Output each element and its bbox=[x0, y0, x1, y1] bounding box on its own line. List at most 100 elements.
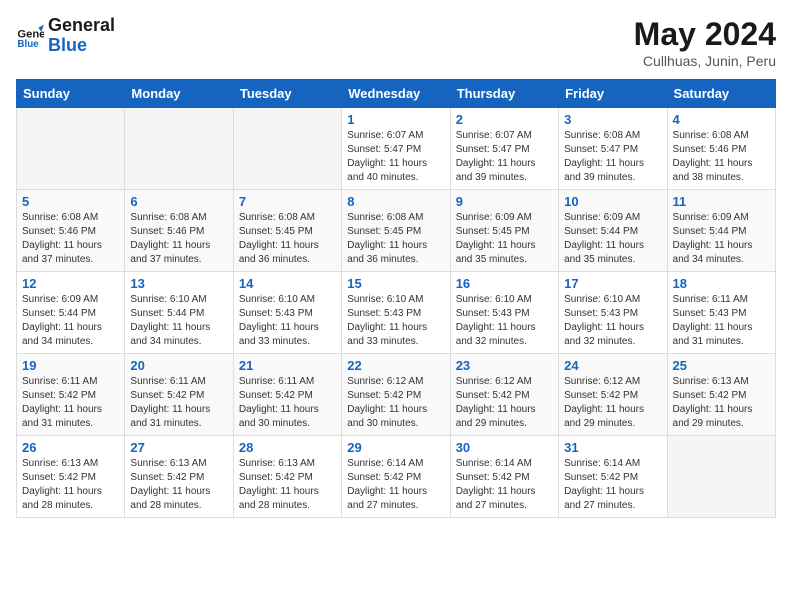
calendar-cell bbox=[17, 108, 125, 190]
day-info: Sunrise: 6:11 AMSunset: 5:42 PMDaylight:… bbox=[239, 375, 336, 431]
calendar-week-row: 5Sunrise: 6:08 AMSunset: 5:46 PMDaylight… bbox=[17, 190, 776, 272]
day-number: 25 bbox=[673, 358, 770, 373]
day-info: Sunrise: 6:13 AMSunset: 5:42 PMDaylight:… bbox=[22, 457, 119, 513]
title-area: May 2024 Cullhuas, Junin, Peru bbox=[634, 16, 776, 69]
day-info: Sunrise: 6:11 AMSunset: 5:43 PMDaylight:… bbox=[673, 293, 770, 349]
day-info: Sunrise: 6:10 AMSunset: 5:43 PMDaylight:… bbox=[564, 293, 661, 349]
calendar-cell bbox=[125, 108, 233, 190]
day-info: Sunrise: 6:08 AMSunset: 5:46 PMDaylight:… bbox=[22, 211, 119, 267]
day-number: 4 bbox=[673, 112, 770, 127]
day-number: 1 bbox=[347, 112, 444, 127]
month-year: May 2024 bbox=[634, 16, 776, 53]
day-number: 26 bbox=[22, 440, 119, 455]
calendar-cell: 7 Sunrise: 6:08 AMSunset: 5:45 PMDaylight… bbox=[233, 190, 341, 272]
calendar-cell: 5Sunrise: 6:08 AMSunset: 5:46 PMDaylight… bbox=[17, 190, 125, 272]
calendar-cell: 20Sunrise: 6:11 AMSunset: 5:42 PMDayligh… bbox=[125, 354, 233, 436]
day-number: 13 bbox=[130, 276, 227, 291]
day-number: 7 bbox=[239, 194, 336, 209]
calendar-table: SundayMondayTuesdayWednesdayThursdayFrid… bbox=[16, 79, 776, 518]
day-info: Sunrise: 6:09 AMSunset: 5:44 PMDaylight:… bbox=[22, 293, 119, 349]
day-number: 2 bbox=[456, 112, 553, 127]
logo-line2: Blue bbox=[48, 36, 115, 56]
weekday-header-friday: Friday bbox=[559, 80, 667, 108]
day-number: 18 bbox=[673, 276, 770, 291]
calendar-cell: 1 Sunrise: 6:07 AMSunset: 5:47 PMDaylight… bbox=[342, 108, 450, 190]
calendar-cell: 26 Sunrise: 6:13 AMSunset: 5:42 PMDayligh… bbox=[17, 436, 125, 518]
day-info: Sunrise: 6:10 AMSunset: 5:43 PMDaylight:… bbox=[239, 293, 336, 349]
calendar-week-row: 12 Sunrise: 6:09 AMSunset: 5:44 PMDayligh… bbox=[17, 272, 776, 354]
day-number: 28 bbox=[239, 440, 336, 455]
calendar-cell: 16 Sunrise: 6:10 AMSunset: 5:43 PMDayligh… bbox=[450, 272, 558, 354]
calendar-cell: 24 Sunrise: 6:12 AMSunset: 5:42 PMDayligh… bbox=[559, 354, 667, 436]
calendar-cell: 25 Sunrise: 6:13 AMSunset: 5:42 PMDayligh… bbox=[667, 354, 775, 436]
day-info: Sunrise: 6:08 AMSunset: 5:45 PMDaylight:… bbox=[239, 211, 336, 267]
day-number: 10 bbox=[564, 194, 661, 209]
day-number: 12 bbox=[22, 276, 119, 291]
calendar-cell: 2 Sunrise: 6:07 AMSunset: 5:47 PMDaylight… bbox=[450, 108, 558, 190]
day-info: Sunrise: 6:09 AMSunset: 5:44 PMDaylight:… bbox=[673, 211, 770, 267]
calendar-cell: 8Sunrise: 6:08 AMSunset: 5:45 PMDaylight… bbox=[342, 190, 450, 272]
calendar-cell: 18 Sunrise: 6:11 AMSunset: 5:43 PMDayligh… bbox=[667, 272, 775, 354]
day-info: Sunrise: 6:07 AMSunset: 5:47 PMDaylight:… bbox=[347, 129, 444, 185]
day-number: 30 bbox=[456, 440, 553, 455]
calendar-cell: 21 Sunrise: 6:11 AMSunset: 5:42 PMDayligh… bbox=[233, 354, 341, 436]
day-number: 22 bbox=[347, 358, 444, 373]
day-number: 14 bbox=[239, 276, 336, 291]
calendar-cell bbox=[667, 436, 775, 518]
day-info: Sunrise: 6:10 AMSunset: 5:43 PMDaylight:… bbox=[347, 293, 444, 349]
day-info: Sunrise: 6:08 AMSunset: 5:46 PMDaylight:… bbox=[130, 211, 227, 267]
logo: General Blue General Blue bbox=[16, 16, 115, 56]
day-number: 8 bbox=[347, 194, 444, 209]
calendar-cell: 28 Sunrise: 6:13 AMSunset: 5:42 PMDayligh… bbox=[233, 436, 341, 518]
day-info: Sunrise: 6:11 AMSunset: 5:42 PMDaylight:… bbox=[130, 375, 227, 431]
day-number: 3 bbox=[564, 112, 661, 127]
day-info: Sunrise: 6:10 AMSunset: 5:43 PMDaylight:… bbox=[456, 293, 553, 349]
logo-icon: General Blue bbox=[16, 22, 44, 50]
calendar-week-row: 1 Sunrise: 6:07 AMSunset: 5:47 PMDaylight… bbox=[17, 108, 776, 190]
day-info: Sunrise: 6:11 AMSunset: 5:42 PMDaylight:… bbox=[22, 375, 119, 431]
logo-text: General Blue bbox=[48, 16, 115, 56]
calendar-week-row: 26 Sunrise: 6:13 AMSunset: 5:42 PMDayligh… bbox=[17, 436, 776, 518]
calendar-cell: 17Sunrise: 6:10 AMSunset: 5:43 PMDayligh… bbox=[559, 272, 667, 354]
weekday-header-thursday: Thursday bbox=[450, 80, 558, 108]
day-number: 24 bbox=[564, 358, 661, 373]
weekday-header-tuesday: Tuesday bbox=[233, 80, 341, 108]
calendar-cell: 12 Sunrise: 6:09 AMSunset: 5:44 PMDayligh… bbox=[17, 272, 125, 354]
day-info: Sunrise: 6:09 AMSunset: 5:44 PMDaylight:… bbox=[564, 211, 661, 267]
day-info: Sunrise: 6:07 AMSunset: 5:47 PMDaylight:… bbox=[456, 129, 553, 185]
calendar-cell: 11 Sunrise: 6:09 AMSunset: 5:44 PMDayligh… bbox=[667, 190, 775, 272]
calendar-cell: 30 Sunrise: 6:14 AMSunset: 5:42 PMDayligh… bbox=[450, 436, 558, 518]
header: General Blue General Blue May 2024 Cullh… bbox=[16, 16, 776, 69]
calendar-week-row: 19Sunrise: 6:11 AMSunset: 5:42 PMDayligh… bbox=[17, 354, 776, 436]
day-info: Sunrise: 6:12 AMSunset: 5:42 PMDaylight:… bbox=[564, 375, 661, 431]
calendar-cell: 29 Sunrise: 6:14 AMSunset: 5:42 PMDayligh… bbox=[342, 436, 450, 518]
calendar-cell bbox=[233, 108, 341, 190]
day-number: 21 bbox=[239, 358, 336, 373]
day-number: 29 bbox=[347, 440, 444, 455]
calendar-cell: 27Sunrise: 6:13 AMSunset: 5:42 PMDayligh… bbox=[125, 436, 233, 518]
day-number: 16 bbox=[456, 276, 553, 291]
calendar-cell: 31Sunrise: 6:14 AMSunset: 5:42 PMDayligh… bbox=[559, 436, 667, 518]
day-number: 15 bbox=[347, 276, 444, 291]
day-number: 11 bbox=[673, 194, 770, 209]
logo-line1: General bbox=[48, 16, 115, 36]
day-info: Sunrise: 6:10 AMSunset: 5:44 PMDaylight:… bbox=[130, 293, 227, 349]
calendar-cell: 10 Sunrise: 6:09 AMSunset: 5:44 PMDayligh… bbox=[559, 190, 667, 272]
day-info: Sunrise: 6:08 AMSunset: 5:47 PMDaylight:… bbox=[564, 129, 661, 185]
day-info: Sunrise: 6:14 AMSunset: 5:42 PMDaylight:… bbox=[456, 457, 553, 513]
day-info: Sunrise: 6:14 AMSunset: 5:42 PMDaylight:… bbox=[347, 457, 444, 513]
calendar-cell: 15 Sunrise: 6:10 AMSunset: 5:43 PMDayligh… bbox=[342, 272, 450, 354]
calendar-cell: 23Sunrise: 6:12 AMSunset: 5:42 PMDayligh… bbox=[450, 354, 558, 436]
calendar-cell: 9Sunrise: 6:09 AMSunset: 5:45 PMDaylight… bbox=[450, 190, 558, 272]
svg-text:Blue: Blue bbox=[17, 39, 39, 50]
calendar-cell: 22Sunrise: 6:12 AMSunset: 5:42 PMDayligh… bbox=[342, 354, 450, 436]
location: Cullhuas, Junin, Peru bbox=[634, 53, 776, 69]
day-info: Sunrise: 6:13 AMSunset: 5:42 PMDaylight:… bbox=[673, 375, 770, 431]
day-info: Sunrise: 6:12 AMSunset: 5:42 PMDaylight:… bbox=[456, 375, 553, 431]
day-number: 27 bbox=[130, 440, 227, 455]
weekday-header-sunday: Sunday bbox=[17, 80, 125, 108]
day-number: 31 bbox=[564, 440, 661, 455]
calendar-cell: 13 Sunrise: 6:10 AMSunset: 5:44 PMDayligh… bbox=[125, 272, 233, 354]
day-info: Sunrise: 6:13 AMSunset: 5:42 PMDaylight:… bbox=[239, 457, 336, 513]
weekday-header-row: SundayMondayTuesdayWednesdayThursdayFrid… bbox=[17, 80, 776, 108]
